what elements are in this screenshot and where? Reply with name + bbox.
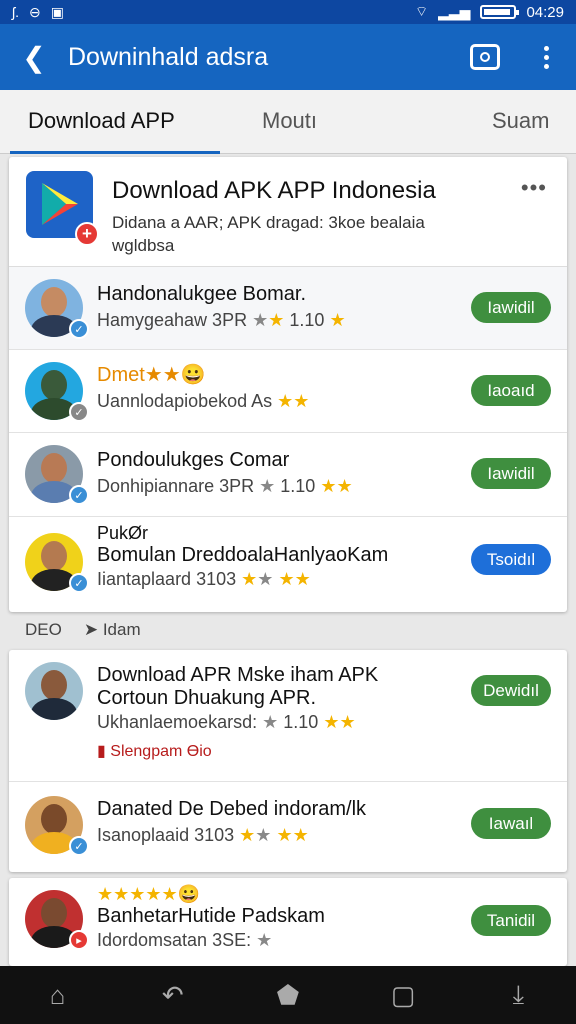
recents-icon[interactable]: ▢ [378, 980, 428, 1011]
clock: 04:29 [526, 3, 564, 21]
play-store-icon: + [26, 171, 99, 246]
back-arrow-icon[interactable]: ❮ [0, 24, 68, 90]
app-list-card-2: Download APR Mske iham APK Cortoun Dhuak… [9, 650, 567, 872]
item-tag: ▮ Slengpam Ɵio [97, 743, 212, 760]
install-button[interactable]: Tsoidıl [471, 544, 551, 575]
item-subtitle: Hamygeahaw 3PR ★★ 1.10 ★ [97, 310, 346, 330]
item-title: Danated De Debed indoram/lk [97, 798, 367, 820]
verified-badge-icon: ✓ [69, 836, 89, 856]
item-subtitle: Isanoplaaid 3103 ★★ ★★ [97, 825, 309, 845]
app-title: Downinhald adsra [68, 42, 269, 71]
item-label: PukØr [97, 523, 149, 543]
play-badge-icon: ▸ [69, 930, 89, 950]
system-nav-bar: ⌂ ↶ ⬟ ▢ ⤓ [0, 966, 576, 1024]
home-icon[interactable]: ⌂ [33, 980, 83, 1011]
notification-icon: ▣ [50, 3, 64, 20]
add-badge-icon: + [75, 222, 99, 246]
item-title: Handonalukgee Bomar. [97, 283, 307, 305]
list-item[interactable]: ✓ PukØr Bomulan DreddoalaHanlyaoKam Iian… [9, 517, 567, 611]
app-bar: ❮ Downinhald adsra [0, 24, 576, 90]
sync-icon: ⊖ [29, 3, 41, 20]
tab-bar: Download APP Moutı Suam [0, 90, 576, 154]
item-rating-stars: ★★★★★😀 [97, 884, 201, 904]
section-label: DEO [25, 620, 62, 639]
item-title: BanhetarHutide Padskam [97, 905, 325, 927]
status-bar: ʃ. ⊖ ▣ ⌔ ▂▃▅ 04:29 [0, 0, 576, 24]
cell-signal-icon: ▂▃▅ [438, 3, 471, 20]
list-item[interactable]: Download APR Mske iham APK Cortoun Dhuak… [9, 650, 567, 782]
hero-app-item[interactable]: + Download APK APP Indonesia Didana a AA… [9, 157, 567, 267]
wifi-icon: ⌔ [414, 3, 429, 19]
hero-title: Download APK APP Indonesia [112, 177, 436, 204]
item-subtitle: Uannlodapiobekod As ★★ [97, 391, 310, 411]
verified-badge-icon: ✓ [69, 319, 89, 339]
item-title: Download APR Mske iham APK [97, 664, 379, 686]
tab-download-app[interactable]: Download APP [28, 108, 175, 134]
install-button[interactable]: Iaoaıd [471, 375, 551, 406]
app-list-card-3: ▸ ★★★★★😀 BanhetarHutide Padskam Idordoms… [9, 878, 567, 966]
hero-description: Didana a AAR; APK dragad: 3koe bealaia w… [112, 213, 425, 255]
section-header: DEO ➤ Idam [25, 620, 141, 640]
section-filter[interactable]: ➤ Idam [84, 620, 141, 640]
install-button[interactable]: Tanidil [471, 905, 551, 936]
item-subtitle: Donhipiannare 3PR ★ 1.10 ★★ [97, 476, 353, 496]
tab-mouti[interactable]: Moutı [262, 108, 317, 134]
more-vert-icon[interactable] [526, 37, 566, 77]
list-item[interactable]: ✓ Danated De Debed indoram/lk Isanoplaai… [9, 782, 567, 872]
item-title: Dmet★★😀 [97, 364, 206, 386]
app-list-card: + Download APK APP Indonesia Didana a AA… [9, 157, 567, 612]
verified-badge-icon: ✓ [69, 485, 89, 505]
verified-badge-icon: ✓ [69, 402, 89, 422]
list-item[interactable]: ▸ ★★★★★😀 BanhetarHutide Padskam Idordoms… [9, 878, 567, 966]
arrow-icon: ➤ [83, 620, 99, 639]
back-icon[interactable]: ↶ [148, 980, 198, 1011]
camera-icon[interactable] [470, 44, 500, 70]
install-button[interactable]: Iawidil [471, 292, 551, 323]
verified-badge-icon: ✓ [69, 573, 89, 593]
item-title: Bomulan DreddoalaHanlyaoKam [97, 544, 389, 566]
install-button[interactable]: Iawidil [471, 458, 551, 489]
item-title: Pondoulukges Comar [97, 449, 290, 471]
item-subtitle: Ukhanlaemoekarsd: ★ 1.10 ★★ [97, 712, 356, 732]
avatar [25, 662, 83, 720]
battery-icon [480, 5, 520, 19]
item-title-line2: Cortoun Dhuakung APR. [97, 687, 317, 709]
gift-icon: ▮ [97, 743, 106, 760]
download-icon[interactable]: ⤓ [493, 979, 543, 1011]
signal-icon: ʃ. [12, 4, 19, 20]
install-button[interactable]: Dewidıl [471, 675, 551, 706]
item-subtitle: Iiantapla​ard 3103 ★★ ★★ [97, 569, 311, 589]
overflow-menu-icon[interactable]: ••• [521, 175, 547, 201]
install-button[interactable]: Iawaıl [471, 808, 551, 839]
list-item[interactable]: ✓ Dmet★★😀 Uannlodapiobekod As ★★ Iaoaıd [9, 350, 567, 433]
active-tab-indicator [10, 151, 220, 154]
list-item[interactable]: ✓ Handonalukgee Bomar. Hamygeahaw 3PR ★★… [9, 267, 567, 350]
list-item[interactable]: ✓ Pondoulukges Comar Donhipiannare 3PR ★… [9, 433, 567, 517]
tab-suam[interactable]: Suam [492, 108, 549, 134]
home-outline-icon[interactable]: ⬟ [263, 980, 313, 1011]
item-subtitle: Idordomsatan 3SE: ★ [97, 930, 273, 950]
